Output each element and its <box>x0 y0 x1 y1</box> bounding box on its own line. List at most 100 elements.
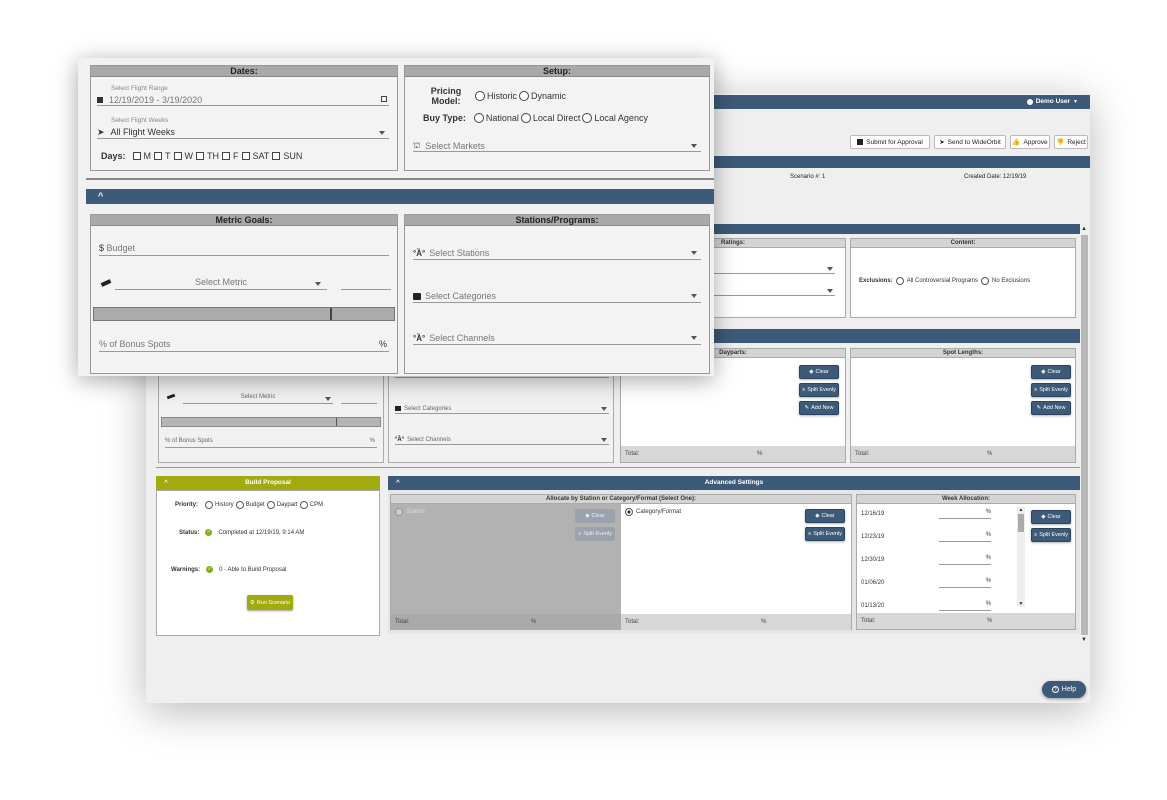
vertical-scrollbar[interactable] <box>1081 235 1088 635</box>
ratings-select-1[interactable] <box>713 264 835 274</box>
select-stations[interactable]: °Ȁ° Select Stations <box>413 247 701 260</box>
dynamic-radio[interactable] <box>519 91 530 101</box>
flight-weeks-select[interactable]: ➤ All Flight Weeks <box>97 126 389 139</box>
build-proposal-header[interactable]: ^ Build Proposal <box>156 476 380 490</box>
dayparts-clear-button[interactable]: ◆ Clear <box>799 365 839 379</box>
station-radio[interactable] <box>395 508 403 516</box>
week-scrollbar[interactable]: ▲ ▼ <box>1017 507 1025 607</box>
advanced-settings-header[interactable]: ^ Advanced Settings <box>388 476 1080 490</box>
day-checkbox-sun[interactable] <box>272 152 281 160</box>
section-header-bar <box>706 156 1090 168</box>
priority-cpm-radio[interactable] <box>299 501 308 509</box>
back-select-categories[interactable]: Select Categories <box>395 404 609 414</box>
dayparts-split-button[interactable]: ≡ Split Evenly <box>799 383 839 397</box>
dayparts-add-button[interactable]: ✎ Add New <box>799 401 839 415</box>
day-checkbox-w[interactable] <box>173 152 182 160</box>
user-menu[interactable]: Demo User ▼ <box>1026 98 1078 105</box>
week-date: 01/06/20 <box>861 580 885 586</box>
bonus-spots-field[interactable]: % of Bonus Spots % <box>99 339 389 352</box>
chevron-down-icon <box>691 294 697 298</box>
week-split-label: Split Evenly <box>1039 532 1068 538</box>
priority-history-radio[interactable] <box>205 501 214 509</box>
no-exclusions-radio[interactable] <box>981 277 990 285</box>
approve-button[interactable]: 👍 Approve <box>1010 135 1050 149</box>
week-clear-button[interactable]: ◆ Clear <box>1031 510 1071 524</box>
station-footer: Total:% <box>391 614 621 630</box>
back-bonus-field[interactable]: % of Bonus Spots % <box>165 438 377 448</box>
national-radio[interactable] <box>473 113 484 123</box>
historic-radio[interactable] <box>475 91 485 101</box>
send-wideorbit-button[interactable]: ➤ Send to WideOrbit <box>934 135 1006 149</box>
category-clear-button[interactable]: ◆ Clear <box>805 509 845 523</box>
day-checkbox-sat[interactable] <box>241 152 250 160</box>
local-direct-label: Local Direct <box>532 113 581 123</box>
week-split-button[interactable]: ≡ Split Evenly <box>1031 528 1071 542</box>
chevron-up-icon: ^ <box>164 479 168 486</box>
station-clear-button[interactable]: ◆ Clear <box>575 509 615 523</box>
calendar-picker-icon[interactable] <box>381 96 387 102</box>
select-categories[interactable]: Select Categories <box>413 290 701 303</box>
budget-field[interactable]: $ Budget <box>99 243 389 256</box>
chevron-down-icon: ▼ <box>1073 98 1078 105</box>
scrollbar-up-icon[interactable]: ▲ <box>1081 226 1087 232</box>
category-split-button[interactable]: ≡ Split Evenly <box>805 527 845 541</box>
select-channels[interactable]: °Ȁ° Select Channels <box>413 332 701 345</box>
run-scenario-button[interactable]: ⚙ Run Scenario <box>247 595 293 610</box>
dayparts-split-label: Split Evenly <box>807 387 836 393</box>
ratings-select-2[interactable] <box>713 286 835 296</box>
select-metric[interactable]: Select Metric <box>115 277 327 290</box>
goals-section-header[interactable]: ^ <box>86 189 714 204</box>
select-markets[interactable]: ⛫ Select Markets <box>413 140 701 152</box>
checkbox-icon <box>857 139 864 145</box>
chevron-down-icon <box>827 267 833 271</box>
back-metric-value[interactable] <box>341 394 377 404</box>
metric-progress-bar <box>93 307 395 321</box>
scrollbar-down-icon[interactable]: ▼ <box>1081 637 1087 643</box>
category-section: Category/Format ◆ Clear ≡ Split Evenly Tot… <box>621 504 851 630</box>
back-select-channels[interactable]: °Ȁ° Select Channels <box>395 435 609 445</box>
chevron-down-icon <box>325 397 331 401</box>
dates-panel: Dates: Select Flight Range 12/19/2019 - … <box>90 65 398 171</box>
local-direct-radio[interactable] <box>520 113 531 123</box>
week-pct-input[interactable]: % <box>939 532 991 542</box>
all-controversial-radio[interactable] <box>895 277 904 285</box>
chevron-down-icon <box>691 336 697 340</box>
help-button[interactable]: ? Help <box>1042 681 1086 698</box>
progress-divider <box>336 418 337 426</box>
reject-button[interactable]: 👎 Reject <box>1054 135 1088 149</box>
week-pct-input[interactable]: % <box>939 555 991 565</box>
station-option[interactable]: Station <box>395 508 425 516</box>
station-split-button[interactable]: ≡ Split Evenly <box>575 527 615 541</box>
spot-split-button[interactable]: ≡ Split Evenly <box>1031 383 1071 397</box>
priority-budget-radio[interactable] <box>235 501 244 509</box>
category-option[interactable]: Category/Format <box>625 508 681 516</box>
help-icon: ? <box>1051 686 1059 693</box>
submit-approval-button[interactable]: Submit for Approval <box>850 135 930 149</box>
scroll-down-icon[interactable]: ▼ <box>1017 601 1025 607</box>
setup-header: Setup: <box>405 66 709 77</box>
metric-value-field[interactable] <box>341 277 391 290</box>
week-pct-input[interactable]: % <box>939 578 991 588</box>
day-checkbox-m[interactable] <box>132 152 141 160</box>
flight-range-field[interactable]: 12/19/2019 - 3/19/2020 <box>97 94 389 106</box>
week-pct-input[interactable]: % <box>939 601 991 611</box>
day-checkbox-f[interactable] <box>222 152 231 160</box>
week-pct-input[interactable]: % <box>939 509 991 519</box>
back-select-metric[interactable]: Select Metric <box>183 394 333 404</box>
week-allocation-header: Week Allocation: <box>857 495 1075 504</box>
scroll-up-icon[interactable]: ▲ <box>1017 507 1025 513</box>
day-checkbox-th[interactable] <box>196 152 205 160</box>
send-icon: ➤ <box>939 139 945 146</box>
spot-clear-button[interactable]: ◆ Clear <box>1031 365 1071 379</box>
spot-add-button[interactable]: ✎ Add New <box>1031 401 1071 415</box>
historic-label: Historic <box>487 91 518 101</box>
local-agency-radio[interactable] <box>582 113 593 123</box>
eraser-icon: ◆ <box>1041 514 1046 520</box>
category-radio[interactable] <box>625 508 633 516</box>
buytype-row: Buy Type: National Local Direct Local Ag… <box>423 113 648 123</box>
build-proposal-title: Build Proposal <box>245 479 291 486</box>
priority-daypart-radio[interactable] <box>266 501 275 509</box>
day-checkbox-t[interactable] <box>154 152 163 160</box>
dynamic-label: Dynamic <box>531 91 567 101</box>
scroll-thumb[interactable] <box>1018 514 1024 532</box>
